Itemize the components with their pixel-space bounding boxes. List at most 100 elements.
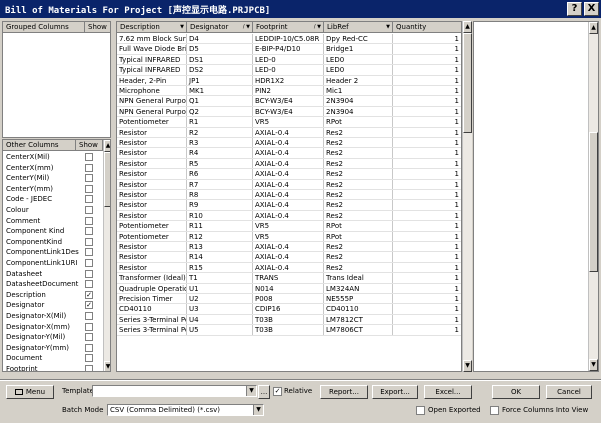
show-checkbox[interactable] <box>85 206 93 214</box>
table-row[interactable]: Resistor R5 AXIAL-0.4 Res2 1 <box>117 158 461 170</box>
other-show-header[interactable]: Show <box>76 140 103 151</box>
table-row[interactable]: NPN General Purpo Q1 BCY-W3/E4 2N3904 1 <box>117 96 461 107</box>
other-column-item[interactable]: Footprint <box>3 364 103 371</box>
other-column-item[interactable]: Description ✓ <box>3 290 103 301</box>
table-row[interactable]: 7.62 mm Block Surfo D4 LEDDIP-10/C5.08R Dpy… <box>117 34 461 45</box>
other-columns-list[interactable]: CenterX(Mil) CenterX(mm) CenterY(Mil) Cente… <box>3 152 103 371</box>
report-button[interactable]: Report... <box>320 385 368 399</box>
table-row[interactable]: Full Wave Diode Bri D5 E-BIP-P4/D10 Bridge1… <box>117 44 461 55</box>
sort-filter-icon[interactable]: ▼ <box>180 22 184 32</box>
show-checkbox[interactable] <box>85 163 93 172</box>
batch-mode-dropdown-icon[interactable]: ▼ <box>253 405 263 415</box>
table-row[interactable]: Typical INFRARED DS1 LED-0 LED0 1 <box>117 54 461 66</box>
grid-scroll-down-icon[interactable]: ▼ <box>463 360 472 372</box>
grouped-columns-header[interactable]: Grouped Columns <box>3 22 85 33</box>
template-input[interactable]: ▼ <box>92 385 257 397</box>
other-column-item[interactable]: ComponentLink1Des <box>3 247 103 258</box>
right-scroll-up-icon[interactable]: ▲ <box>589 22 598 34</box>
table-row[interactable]: Resistor R15 AXIAL-0.4 Res2 1 <box>117 262 461 274</box>
other-column-item[interactable]: Designator-X(mm) <box>3 322 103 333</box>
table-row[interactable]: Resistor R6 AXIAL-0.4 Res2 1 <box>117 169 461 180</box>
other-column-item[interactable]: Component Kind <box>3 226 103 237</box>
show-checkbox[interactable] <box>85 365 93 371</box>
close-button[interactable]: X <box>584 2 599 16</box>
table-row[interactable]: Precision Timer U2 P008 NE555P 1 <box>117 294 461 305</box>
table-row[interactable]: Resistor R14 AXIAL-0.4 Res2 1 <box>117 252 461 263</box>
excel-button[interactable]: Excel... <box>424 385 472 399</box>
table-row[interactable]: Series 3-Terminal Po U4 T03B LM7812CT 1 <box>117 314 461 326</box>
other-columns-header[interactable]: Other Columns <box>3 140 76 151</box>
other-column-item[interactable]: ComponentLink1URI <box>3 258 103 269</box>
other-column-item[interactable]: ComponentKind <box>3 237 103 248</box>
table-row[interactable]: Transformer (Ideal) T1 TRANS Trans Ideal 1 <box>117 273 461 284</box>
show-checkbox[interactable] <box>85 312 93 320</box>
show-checkbox[interactable] <box>85 237 93 246</box>
other-column-item[interactable]: CenterY(Mil) <box>3 173 103 184</box>
scroll-down-icon[interactable]: ▼ <box>104 361 110 371</box>
table-row[interactable]: Resistor R7 AXIAL-0.4 Res2 1 <box>117 179 461 190</box>
scroll-thumb[interactable] <box>104 152 110 207</box>
table-row[interactable]: CD40110 U3 CDIP16 CD40110 1 <box>117 304 461 315</box>
table-row[interactable]: Resistor R13 AXIAL-0.4 Res2 1 <box>117 242 461 253</box>
table-row[interactable]: Resistor R8 AXIAL-0.4 Res2 1 <box>117 190 461 201</box>
table-row[interactable]: Potentiometer R12 VR5 RPot 1 <box>117 231 461 242</box>
show-checkbox[interactable] <box>85 195 93 204</box>
table-row[interactable]: Resistor R2 AXIAL-0.4 Res2 1 <box>117 127 461 138</box>
show-checkbox[interactable] <box>85 343 93 352</box>
other-column-item[interactable]: Designator-Y(mm) <box>3 343 103 354</box>
other-column-item[interactable]: CenterX(Mil) <box>3 152 103 163</box>
show-checkbox[interactable] <box>85 322 93 331</box>
table-row[interactable]: Potentiometer R1 VR5 RPot 1 <box>117 117 461 128</box>
show-checkbox[interactable] <box>85 269 93 278</box>
grid-header-footprint[interactable]: Footprint / ▼ <box>253 22 324 33</box>
table-row[interactable]: Resistor R10 AXIAL-0.4 Res2 1 <box>117 210 461 222</box>
grid-scroll-up-icon[interactable]: ▲ <box>463 21 472 33</box>
other-column-item[interactable]: Designator-X(Mil) <box>3 311 103 322</box>
right-panel-scrollbar[interactable]: ▲ ▼ <box>588 22 598 371</box>
grid-scroll-thumb[interactable] <box>463 33 472 133</box>
table-row[interactable]: Microphone MK1 PIN2 Mic1 1 <box>117 86 461 97</box>
table-row[interactable]: Series 3-Terminal Po U5 T03B LM7806CT 1 <box>117 325 461 336</box>
force-columns-checkbox[interactable] <box>490 406 499 415</box>
table-row[interactable]: Typical INFRARED DS2 LED-0 LED0 1 <box>117 65 461 76</box>
show-checkbox[interactable] <box>85 174 93 183</box>
show-checkbox[interactable]: ✓ <box>85 301 93 310</box>
show-checkbox[interactable] <box>85 184 93 193</box>
other-column-item[interactable]: Designator ✓ <box>3 300 103 311</box>
sort-filter-icon[interactable]: / ▼ <box>243 22 250 32</box>
other-column-item[interactable]: Document <box>3 353 103 364</box>
other-column-item[interactable]: Colour <box>3 205 103 216</box>
grid-scrollbar[interactable]: ▲ ▼ <box>462 21 472 372</box>
table-row[interactable]: NPN General Purpo Q2 BCY-W3/E4 2N3904 1 <box>117 106 461 118</box>
table-row[interactable]: Header, 2-Pin JP1 HDR1X2 Header 21 <box>117 75 461 86</box>
help-button[interactable]: ? <box>567 2 582 16</box>
table-row[interactable]: Potentiometer R11 VR5 RPot 1 <box>117 221 461 232</box>
show-checkbox[interactable]: ✓ <box>85 290 93 299</box>
ok-button[interactable]: OK <box>492 385 540 399</box>
relative-checkbox[interactable]: ✓ <box>273 387 282 396</box>
other-column-item[interactable]: CenterY(mm) <box>3 184 103 195</box>
scroll-up-icon[interactable]: ▲ <box>104 140 110 152</box>
sort-filter-icon[interactable]: / ▼ <box>314 22 321 32</box>
show-checkbox[interactable] <box>85 354 93 363</box>
grid-header-libref[interactable]: LibRef ▼ <box>324 22 393 33</box>
show-checkbox[interactable] <box>85 248 93 257</box>
show-checkbox[interactable] <box>85 259 93 267</box>
show-checkbox[interactable] <box>85 227 93 236</box>
show-checkbox[interactable] <box>85 153 93 161</box>
template-dropdown-icon[interactable]: ▼ <box>246 386 256 396</box>
table-row[interactable]: Resistor R3 AXIAL-0.4 Res2 1 <box>117 138 461 149</box>
cancel-button[interactable]: Cancel <box>546 385 592 399</box>
other-columns-scrollbar[interactable]: ▲ ▼ <box>103 140 110 371</box>
grid-header-quantity[interactable]: Quantity <box>393 22 461 33</box>
other-column-item[interactable]: Designator-Y(Mil) <box>3 332 103 343</box>
other-column-item[interactable]: Datasheet <box>3 269 103 280</box>
other-column-item[interactable]: CenterX(mm) <box>3 163 103 174</box>
other-column-item[interactable]: Comment <box>3 216 103 227</box>
grid-header-designator[interactable]: Designator / ▼ <box>187 22 253 33</box>
sort-filter-icon[interactable]: ▼ <box>386 22 390 32</box>
batch-mode-select[interactable]: CSV (Comma Delimited) (*.csv) ▼ <box>107 404 264 416</box>
menu-button[interactable]: Menu <box>6 385 54 399</box>
export-button[interactable]: Export... <box>372 385 418 399</box>
show-checkbox[interactable] <box>85 280 93 289</box>
